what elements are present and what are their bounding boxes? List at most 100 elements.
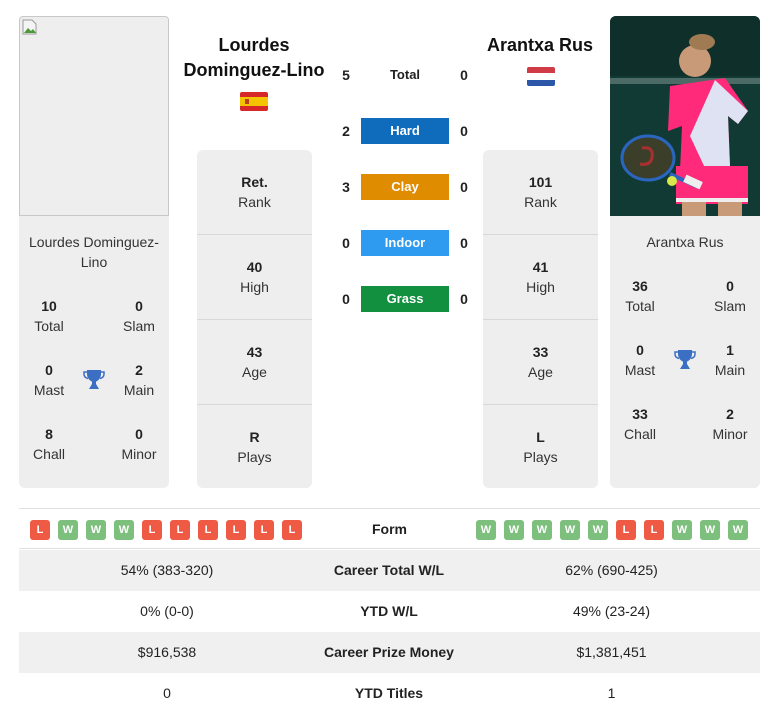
player1-form-badge-win[interactable]: W [58, 520, 78, 540]
player2-form-badge-win[interactable]: W [700, 520, 720, 540]
label: Plays [523, 449, 558, 465]
player1-titles-main: 2 Main [109, 360, 169, 400]
player2-form-badge-win[interactable]: W [560, 520, 580, 540]
value: 33 [532, 344, 549, 360]
label: Main [123, 382, 155, 398]
player2-form-badge-loss[interactable]: L [644, 520, 664, 540]
player1-titles-mast: 0 Mast [19, 360, 79, 400]
value: L [536, 429, 545, 445]
player1-form-badge-loss[interactable]: L [282, 520, 302, 540]
player2-form-badge-win[interactable]: W [532, 520, 552, 540]
label: Age [528, 364, 553, 380]
player2-name-heading[interactable]: Arantxa Rus [466, 33, 614, 58]
trophy-icon [674, 350, 696, 369]
h2h-row-indoor: 0 Indoor 0 [335, 230, 480, 256]
player1-info-column: Ret. Rank 40 High 43 Age R Plays [197, 150, 312, 488]
value: 0 [636, 342, 644, 358]
label: Total [34, 318, 64, 334]
player2-photo [610, 16, 760, 216]
player1-age: 43 Age [197, 320, 312, 405]
player1-form-badge-win[interactable]: W [86, 520, 106, 540]
player1-form-badge-win[interactable]: W [114, 520, 134, 540]
spain-flag-icon [240, 92, 268, 111]
player1-form-badge-loss[interactable]: L [226, 520, 246, 540]
value: 0 [45, 362, 53, 378]
label: Age [242, 364, 267, 380]
player1-value: $916,538 [137, 644, 197, 660]
value: 0 [135, 298, 143, 314]
label: High [526, 279, 555, 295]
player2-form-badge-win[interactable]: W [672, 520, 692, 540]
stat-row-prize-money: $916,538 Career Prize Money $1,381,451 [19, 632, 760, 673]
value: 10 [41, 298, 57, 314]
player1-value: 54% (383-320) [120, 562, 214, 578]
value: R [249, 429, 260, 445]
stat-row-ytd-titles: 0 YTD Titles 1 [19, 673, 760, 714]
player2-form-badge-win[interactable]: W [588, 520, 608, 540]
player1-card-name[interactable]: Lourdes Dominguez-Lino [19, 232, 169, 272]
stat-label: YTD W/L [360, 603, 418, 619]
player2-titles-mast: 0 Mast [610, 340, 670, 380]
player2-form-badge-win[interactable]: W [728, 520, 748, 540]
surface-badge-grass[interactable]: Grass [361, 286, 449, 312]
label: Chall [624, 426, 656, 442]
label: Mast [33, 382, 65, 398]
h2h-row-hard: 2 Hard 0 [335, 118, 480, 144]
player2-titles-main: 1 Main [700, 340, 760, 380]
player2-card-name[interactable]: Arantxa Rus [610, 232, 760, 252]
stat-label: YTD Titles [354, 685, 424, 701]
player2-titles-slam: 0 Slam [700, 276, 760, 316]
surface-label: Total [389, 67, 421, 82]
player1-card: Lourdes Dominguez-Lino 10 Total 0 Slam 0… [19, 216, 169, 488]
value: Ret. [241, 174, 268, 190]
value: 2 [726, 406, 734, 422]
player1-photo [19, 16, 169, 216]
player1-titles-minor: 0 Minor [109, 424, 169, 464]
p1-count: 0 [342, 235, 350, 251]
surface-badge-hard[interactable]: Hard [361, 118, 449, 144]
player1-titles-chall: 8 Chall [19, 424, 79, 464]
player1-form-badge-loss[interactable]: L [30, 520, 50, 540]
p2-count: 0 [460, 235, 468, 251]
value: 33 [632, 406, 648, 422]
player1-titles-slam: 0 Slam [109, 296, 169, 336]
value: 101 [528, 174, 553, 190]
label: High [240, 279, 269, 295]
value: 36 [632, 278, 648, 294]
player2-titles-chall: 33 Chall [610, 404, 670, 444]
player2-plays: L Plays [483, 405, 598, 490]
stat-row-career-wl: 54% (383-320) Career Total W/L 62% (690-… [19, 550, 760, 591]
stat-label: Career Prize Money [324, 644, 454, 660]
surface-badge-clay[interactable]: Clay [361, 174, 449, 200]
player1-value: 0 [163, 685, 171, 701]
player2-form-badge-win[interactable]: W [504, 520, 524, 540]
player1-form-badge-loss[interactable]: L [254, 520, 274, 540]
surface-badge-indoor[interactable]: Indoor [361, 230, 449, 256]
h2h-row-total: 5 Total 0 [335, 62, 480, 88]
player2-titles-total: 36 Total [610, 276, 670, 316]
player2-form-badge-loss[interactable]: L [616, 520, 636, 540]
player1-form-badge-loss[interactable]: L [170, 520, 190, 540]
player2-form-badge-win[interactable]: W [476, 520, 496, 540]
label: Total [625, 298, 655, 314]
player2-value: $1,381,451 [576, 644, 647, 660]
h2h-row-clay: 3 Clay 0 [335, 174, 480, 200]
player2-value: 1 [607, 685, 616, 701]
player2-high: 41 High [483, 235, 598, 320]
player2-value: 62% (690-425) [565, 562, 658, 578]
value: 1 [726, 342, 734, 358]
label: Minor [712, 426, 748, 442]
p1-count: 3 [342, 179, 350, 195]
p1-count: 0 [342, 291, 350, 307]
player2-titles-minor: 2 Minor [700, 404, 760, 444]
player2-value: 49% (23-24) [572, 603, 651, 619]
player2-age: 33 Age [483, 320, 598, 405]
player1-titles-total: 10 Total [19, 296, 79, 336]
value: 8 [45, 426, 53, 442]
player1-name-heading[interactable]: Lourdes Dominguez-Lino [180, 33, 328, 83]
value: 41 [532, 259, 549, 275]
player1-form-badge-loss[interactable]: L [198, 520, 218, 540]
value: 0 [726, 278, 734, 294]
value: 43 [246, 344, 263, 360]
player1-form-badge-loss[interactable]: L [142, 520, 162, 540]
